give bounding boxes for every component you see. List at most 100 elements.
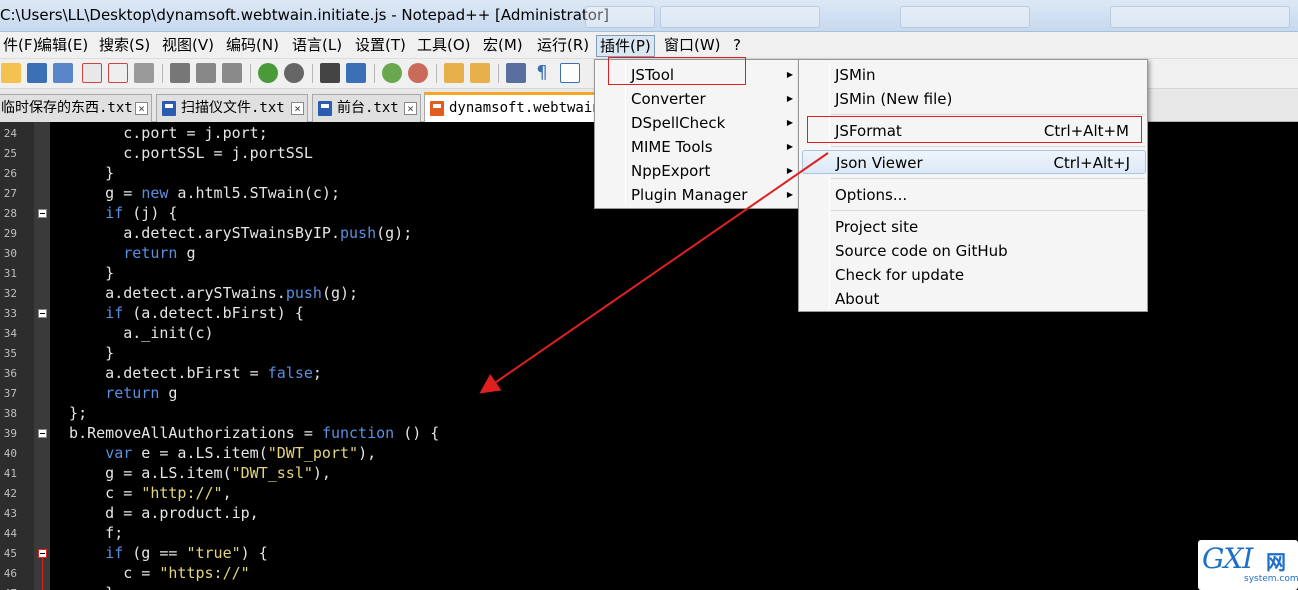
line-number: 45: [3, 547, 17, 560]
menu-edit[interactable]: 编辑(E): [34, 35, 91, 57]
code-line[interactable]: 41 g = a.LS.item("DWT_ssl"),: [0, 463, 1298, 483]
menu-run[interactable]: 运行(R): [534, 35, 592, 57]
tab-scanner-file[interactable]: 扫描仪文件.txt ×: [156, 94, 308, 122]
code-line[interactable]: 35 }: [0, 343, 1298, 363]
indent-guide-icon[interactable]: [560, 63, 580, 83]
plugins-item-jstool[interactable]: JSTool ▶: [595, 63, 799, 87]
jstool-item-options[interactable]: Options...: [799, 183, 1147, 207]
close-icon[interactable]: ×: [291, 102, 304, 115]
line-number: 31: [3, 267, 17, 280]
wrap-icon[interactable]: [506, 63, 526, 83]
code-text: a._init(c): [51, 324, 214, 342]
tab-dynamsoft-webtwain[interactable]: dynamsoft.webtwain: [424, 92, 604, 122]
background-window-tab: [1110, 6, 1290, 28]
close-icon[interactable]: [82, 63, 102, 83]
fold-toggle-icon[interactable]: [38, 309, 47, 318]
tab-frontend[interactable]: 前台.txt ×: [312, 94, 421, 122]
menu-language[interactable]: 语言(L): [289, 35, 345, 57]
line-number: 24: [3, 127, 17, 140]
save-all-icon[interactable]: [53, 63, 73, 83]
sync-horizontal-icon[interactable]: [470, 63, 490, 83]
menu-view[interactable]: 视图(V): [159, 35, 217, 57]
toolbar-separator: [436, 64, 437, 83]
plugins-dropdown: JSTool ▶ Converter ▶ DSpellCheck ▶ MIME …: [594, 59, 800, 209]
copy-icon[interactable]: [196, 63, 216, 83]
cut-icon[interactable]: [170, 63, 190, 83]
plugins-item-plugin-manager[interactable]: Plugin Manager ▶: [595, 183, 799, 207]
code-line[interactable]: 44 f;: [0, 523, 1298, 543]
line-number: 30: [3, 247, 17, 260]
redo-icon[interactable]: [284, 63, 304, 83]
jstool-item-check-update[interactable]: Check for update: [799, 263, 1147, 287]
tab-label: dynamsoft.webtwain: [449, 100, 601, 116]
close-icon[interactable]: ×: [135, 102, 148, 115]
fold-toggle-icon[interactable]: [38, 549, 47, 558]
jstool-item-jsmin[interactable]: JSMin: [799, 63, 1147, 87]
menu-search[interactable]: 搜索(S): [96, 35, 153, 57]
line-number: 35: [3, 347, 17, 360]
menu-help[interactable]: ?: [730, 35, 744, 57]
plugins-item-nppexport[interactable]: NppExport ▶: [595, 159, 799, 183]
code-text: d = a.product.ip,: [51, 504, 259, 522]
fold-toggle-icon[interactable]: [38, 429, 47, 438]
menu-separator: [831, 146, 1145, 147]
jstool-item-json-viewer[interactable]: Json Viewer Ctrl+Alt+J: [802, 150, 1146, 174]
code-line[interactable]: 40 var e = a.LS.item("DWT_port"),: [0, 443, 1298, 463]
menu-tools[interactable]: 工具(O): [414, 35, 474, 57]
line-number: 28: [3, 207, 17, 220]
open-icon[interactable]: [1, 63, 21, 83]
line-number: 38: [3, 407, 17, 420]
close-icon[interactable]: ×: [404, 102, 417, 115]
paste-icon[interactable]: [222, 63, 242, 83]
fold-toggle-icon[interactable]: [38, 209, 47, 218]
menu-settings[interactable]: 设置(T): [352, 35, 409, 57]
code-line[interactable]: 43 d = a.product.ip,: [0, 503, 1298, 523]
undo-icon[interactable]: [258, 63, 278, 83]
jstool-item-jsmin-new-file[interactable]: JSMin (New file): [799, 87, 1147, 111]
jstool-item-jsformat[interactable]: JSFormat Ctrl+Alt+M: [799, 119, 1147, 143]
jstool-item-project-site[interactable]: Project site: [799, 215, 1147, 239]
submenu-arrow-icon: ▶: [786, 166, 793, 175]
code-line[interactable]: 47 }: [0, 583, 1298, 590]
code-text: return g: [105, 384, 178, 402]
show-all-chars-icon[interactable]: ¶: [532, 63, 552, 83]
background-window-tab: [900, 6, 1030, 28]
sync-vertical-icon[interactable]: [444, 63, 464, 83]
line-number: 33: [3, 307, 17, 320]
close-all-icon[interactable]: [108, 63, 128, 83]
code-line[interactable]: 46 c = "https://": [0, 563, 1298, 583]
find-icon[interactable]: [320, 63, 340, 83]
tab-temp-notes[interactable]: 临时保存的东西.txt ×: [0, 94, 152, 122]
code-line[interactable]: 45 if (g == "true") {: [0, 543, 1298, 563]
menu-window[interactable]: 窗口(W): [661, 35, 724, 57]
line-number: 41: [3, 467, 17, 480]
shortcut-label: Ctrl+Alt+J: [1053, 154, 1130, 172]
code-text: }: [51, 583, 114, 590]
code-text: g = a.LS.item("DWT_ssl"),: [51, 464, 331, 482]
menu-plugins[interactable]: 插件(P): [596, 35, 655, 57]
code-text: g = new a.html5.STwain(c);: [51, 184, 340, 202]
jstool-submenu: JSMin JSMin (New file) JSFormat Ctrl+Alt…: [798, 59, 1148, 312]
plugins-item-mime-tools[interactable]: MIME Tools ▶: [595, 135, 799, 159]
code-line[interactable]: 37 return g: [0, 383, 1298, 403]
code-line[interactable]: 42 c = "http://",: [0, 483, 1298, 503]
replace-icon[interactable]: [346, 63, 366, 83]
fold-line: [42, 558, 43, 590]
save-icon[interactable]: [27, 63, 47, 83]
toolbar-separator: [162, 64, 163, 83]
code-line[interactable]: 34 a._init(c): [0, 323, 1298, 343]
submenu-arrow-icon: ▶: [786, 190, 793, 199]
plugins-item-dspellcheck[interactable]: DSpellCheck ▶: [595, 111, 799, 135]
zoom-in-icon[interactable]: [382, 63, 402, 83]
code-line[interactable]: 36 a.detect.bFirst = false;: [0, 363, 1298, 383]
code-line[interactable]: 38 };: [0, 403, 1298, 423]
code-line[interactable]: 39 b.RemoveAllAuthorizations = function …: [0, 423, 1298, 443]
menu-encoding[interactable]: 编码(N): [223, 35, 282, 57]
zoom-out-icon[interactable]: [408, 63, 428, 83]
jstool-item-source-code-github[interactable]: Source code on GitHub: [799, 239, 1147, 263]
code-text: if (j) {: [105, 204, 178, 222]
plugins-item-converter[interactable]: Converter ▶: [595, 87, 799, 111]
menu-macro[interactable]: 宏(M): [480, 35, 526, 57]
jstool-item-about[interactable]: About: [799, 287, 1147, 311]
print-icon[interactable]: [134, 63, 154, 83]
